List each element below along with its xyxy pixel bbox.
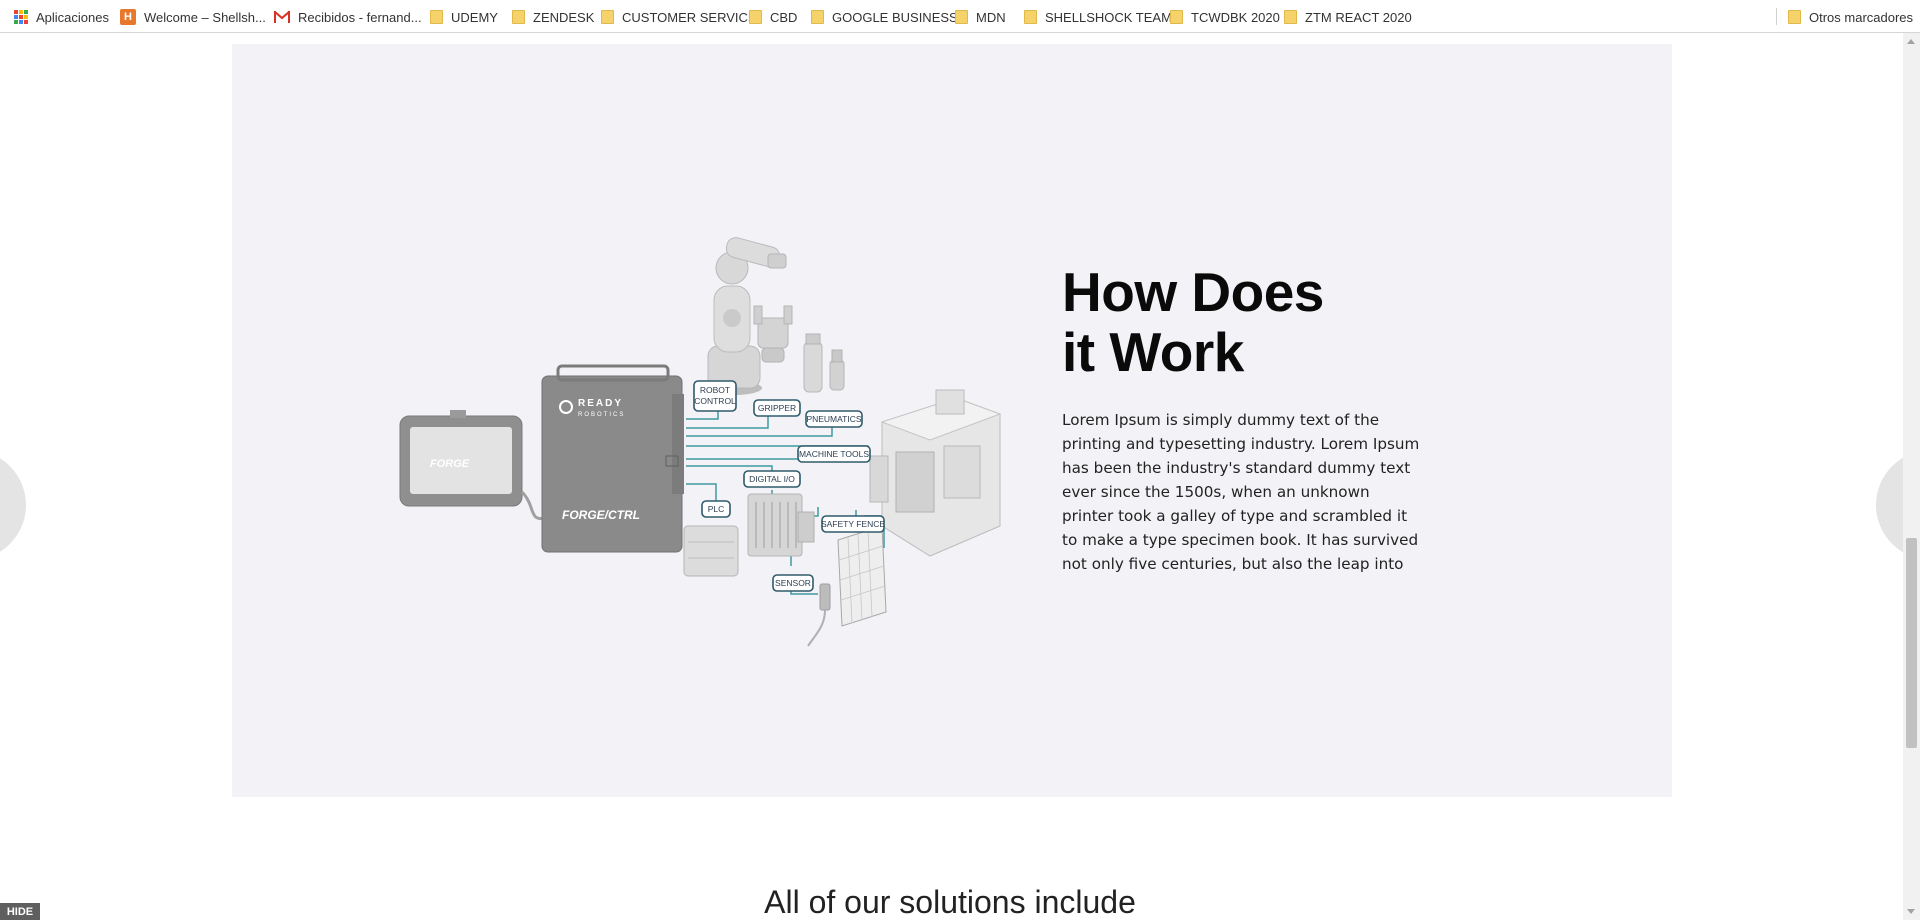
folder-icon: [955, 10, 968, 24]
bookmark-label: MDN: [976, 9, 1006, 25]
controller-illustration: READY ROBOTICS FORGE/CTRL: [541, 364, 684, 553]
safety-fence-illustration: [837, 525, 887, 627]
label-safety-fence: SAFETY FENCE: [821, 519, 885, 529]
bookmark-label: CUSTOMER SERVICE: [622, 9, 757, 25]
label-pneumatics: PNEUMATICS: [806, 414, 861, 424]
controller-logo: FORGE/CTRL: [562, 508, 640, 522]
folder-icon: [749, 10, 762, 24]
label-sensor: SENSOR: [775, 578, 811, 588]
bookmark-label: Welcome – Shellsh...: [144, 9, 266, 25]
bookmark-apps[interactable]: Aplicaciones: [14, 7, 109, 27]
bookmark-label: ZTM REACT 2020: [1305, 9, 1412, 25]
heading-line-1: How Does: [1062, 261, 1324, 323]
bookmark-other[interactable]: Otros marcadores: [1788, 7, 1913, 27]
scrollbar-thumb[interactable]: [1906, 538, 1917, 748]
folder-icon: [1170, 10, 1183, 24]
bookmark-welcome[interactable]: H Welcome – Shellsh...: [120, 7, 266, 27]
bookmark-folder-cbd[interactable]: CBD: [749, 7, 797, 27]
scroll-down-arrow-icon[interactable]: [1907, 909, 1915, 914]
bookmark-folder-mdn[interactable]: MDN: [955, 7, 1006, 27]
bookmark-folder-google-business[interactable]: GOOGLE BUSINESS: [811, 7, 958, 27]
bookmarks-separator: [1776, 8, 1777, 25]
tablet-logo: FORGE: [430, 458, 470, 470]
system-diagram: FORGE READY ROBOTICS FORGE/CTRL ROBOT CO…: [399, 237, 1002, 647]
bookmark-label: Otros marcadores: [1809, 9, 1914, 25]
bookmark-folder-udemy[interactable]: UDEMY: [430, 7, 498, 27]
bookmark-folder-tcwdbk-2020[interactable]: TCWDBK 2020: [1170, 7, 1280, 27]
label-robot-control-line1: ROBOT: [700, 385, 730, 395]
bookmarks-bar: Aplicaciones H Welcome – Shellsh... Reci…: [0, 0, 1920, 33]
heading-line-2: it Work: [1062, 321, 1244, 383]
label-robot-control-line2: CONTROL: [694, 396, 736, 406]
page-scrollbar[interactable]: [1903, 33, 1920, 920]
label-gripper: GRIPPER: [758, 403, 796, 413]
hide-button[interactable]: HIDE: [0, 903, 40, 920]
scroll-up-arrow-icon[interactable]: [1907, 39, 1915, 44]
folder-icon: [1284, 10, 1297, 24]
bookmark-label: TCWDBK 2020: [1191, 9, 1280, 25]
bookmark-label: GOOGLE BUSINESS: [832, 9, 958, 25]
controller-brand: READY: [578, 398, 623, 409]
bookmark-folder-ztm-react-2020[interactable]: ZTM REACT 2020: [1284, 7, 1412, 27]
tablet-illustration: FORGE: [399, 410, 557, 521]
bookmark-label: SHELLSHOCK TEAM: [1045, 9, 1172, 25]
gmail-icon: [274, 11, 290, 23]
bookmark-label: ZENDESK: [533, 9, 595, 25]
folder-icon: [512, 10, 525, 24]
plc-illustration: [683, 525, 739, 577]
solutions-heading: All of our solutions include: [764, 884, 1136, 920]
apps-grid-icon: [14, 10, 28, 24]
bookmark-folder-shellshock-team[interactable]: SHELLSHOCK TEAM: [1024, 7, 1172, 27]
folder-icon: [1788, 10, 1801, 24]
bookmark-label: Recibidos - fernand...: [298, 9, 422, 25]
bookmark-folder-customer-service[interactable]: CUSTOMER SERVICE: [601, 7, 757, 27]
robot-arm-illustration: [706, 237, 787, 395]
machine-tool-illustration: [869, 389, 1002, 557]
label-plc: PLC: [708, 504, 725, 514]
bookmark-gmail[interactable]: Recibidos - fernand...: [274, 7, 422, 27]
label-machine-tools: MACHINE TOOLS: [799, 449, 869, 459]
folder-icon: [811, 10, 824, 24]
controller-brand-sub: ROBOTICS: [578, 412, 625, 418]
section-heading: How Does it Work: [1062, 262, 1324, 382]
bookmark-label: UDEMY: [451, 9, 498, 25]
folder-icon: [1024, 10, 1037, 24]
bookmark-label: CBD: [770, 9, 798, 25]
bookmark-label: Aplicaciones: [36, 9, 109, 25]
pneumatics-illustration: [803, 333, 845, 393]
h-favicon-icon: H: [120, 9, 136, 25]
section-body-text: Lorem Ipsum is simply dummy text of the …: [1062, 411, 1420, 573]
bookmark-folder-zendesk[interactable]: ZENDESK: [512, 7, 594, 27]
folder-icon: [430, 10, 443, 24]
digital-io-illustration: [747, 493, 815, 557]
folder-icon: [601, 10, 614, 24]
carousel-prev-button[interactable]: [0, 450, 26, 560]
label-digital-io: DIGITAL I/O: [749, 474, 795, 484]
